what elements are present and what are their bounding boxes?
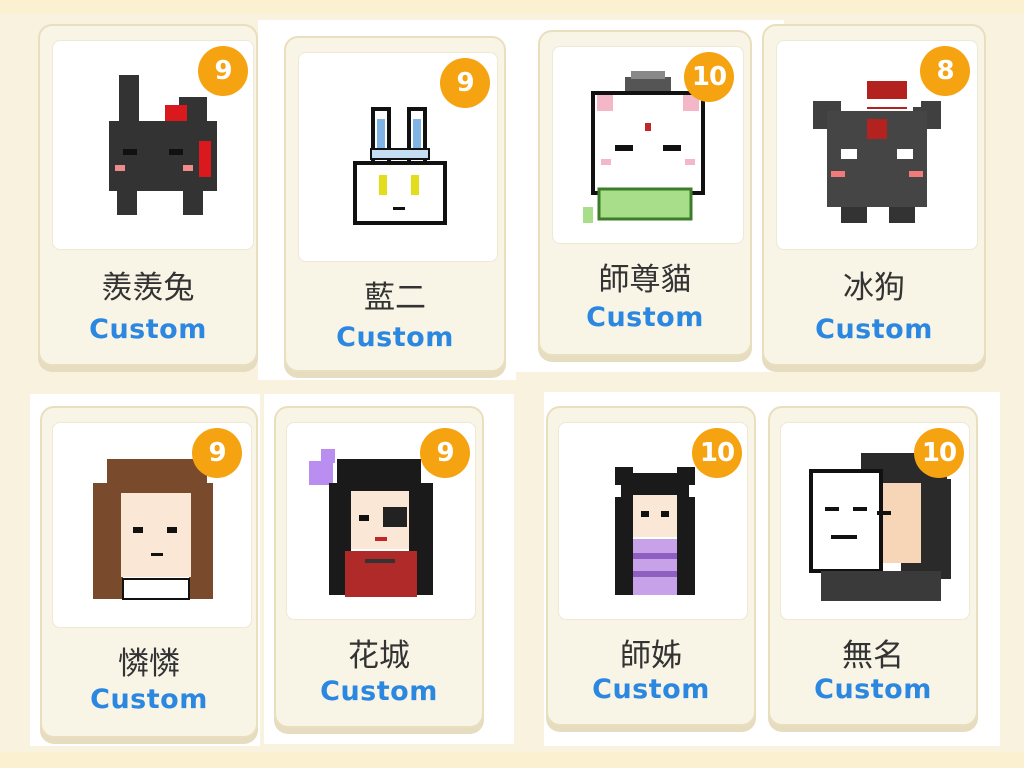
- custom-label: Custom: [336, 322, 454, 353]
- character-card[interactable]: 9 藍二 Custom: [284, 36, 506, 372]
- custom-label: Custom: [814, 674, 932, 705]
- custom-label: Custom: [815, 314, 933, 345]
- custom-label: Custom: [592, 674, 710, 705]
- character-name: 藍二: [364, 280, 426, 316]
- character-name: 師姊: [620, 638, 682, 674]
- custom-label: Custom: [586, 302, 704, 333]
- character-card[interactable]: 9 羨羨兔 Custom: [38, 24, 258, 366]
- character-name: 憐憐: [118, 646, 180, 682]
- character-name: 花城: [348, 638, 410, 674]
- character-name: 冰狗: [843, 270, 905, 306]
- level-badge: 10: [914, 428, 964, 478]
- character-card[interactable]: 10 無名 Custom: [768, 406, 978, 726]
- character-card[interactable]: 9 憐憐 Custom: [40, 406, 258, 738]
- custom-label: Custom: [89, 314, 207, 345]
- character-card[interactable]: 8 冰狗 Custom: [762, 24, 986, 366]
- level-badge: 9: [440, 58, 490, 108]
- character-name: 無名: [842, 638, 904, 674]
- character-card[interactable]: 10 師姊 Custom: [546, 406, 756, 726]
- level-badge: 10: [692, 428, 742, 478]
- level-badge: 9: [192, 428, 242, 478]
- level-badge: 9: [198, 46, 248, 96]
- character-name: 師尊貓: [598, 262, 692, 298]
- custom-label: Custom: [90, 684, 208, 715]
- level-badge: 9: [420, 428, 470, 478]
- character-card[interactable]: 9 花城 Custom: [274, 406, 484, 728]
- character-name: 羨羨兔: [101, 270, 195, 306]
- level-badge: 8: [920, 46, 970, 96]
- level-badge: 10: [684, 52, 734, 102]
- custom-label: Custom: [320, 676, 438, 707]
- character-card[interactable]: 10 師尊貓 Custom: [538, 30, 752, 356]
- bottom-border: [0, 752, 1024, 768]
- top-border: [0, 0, 1024, 14]
